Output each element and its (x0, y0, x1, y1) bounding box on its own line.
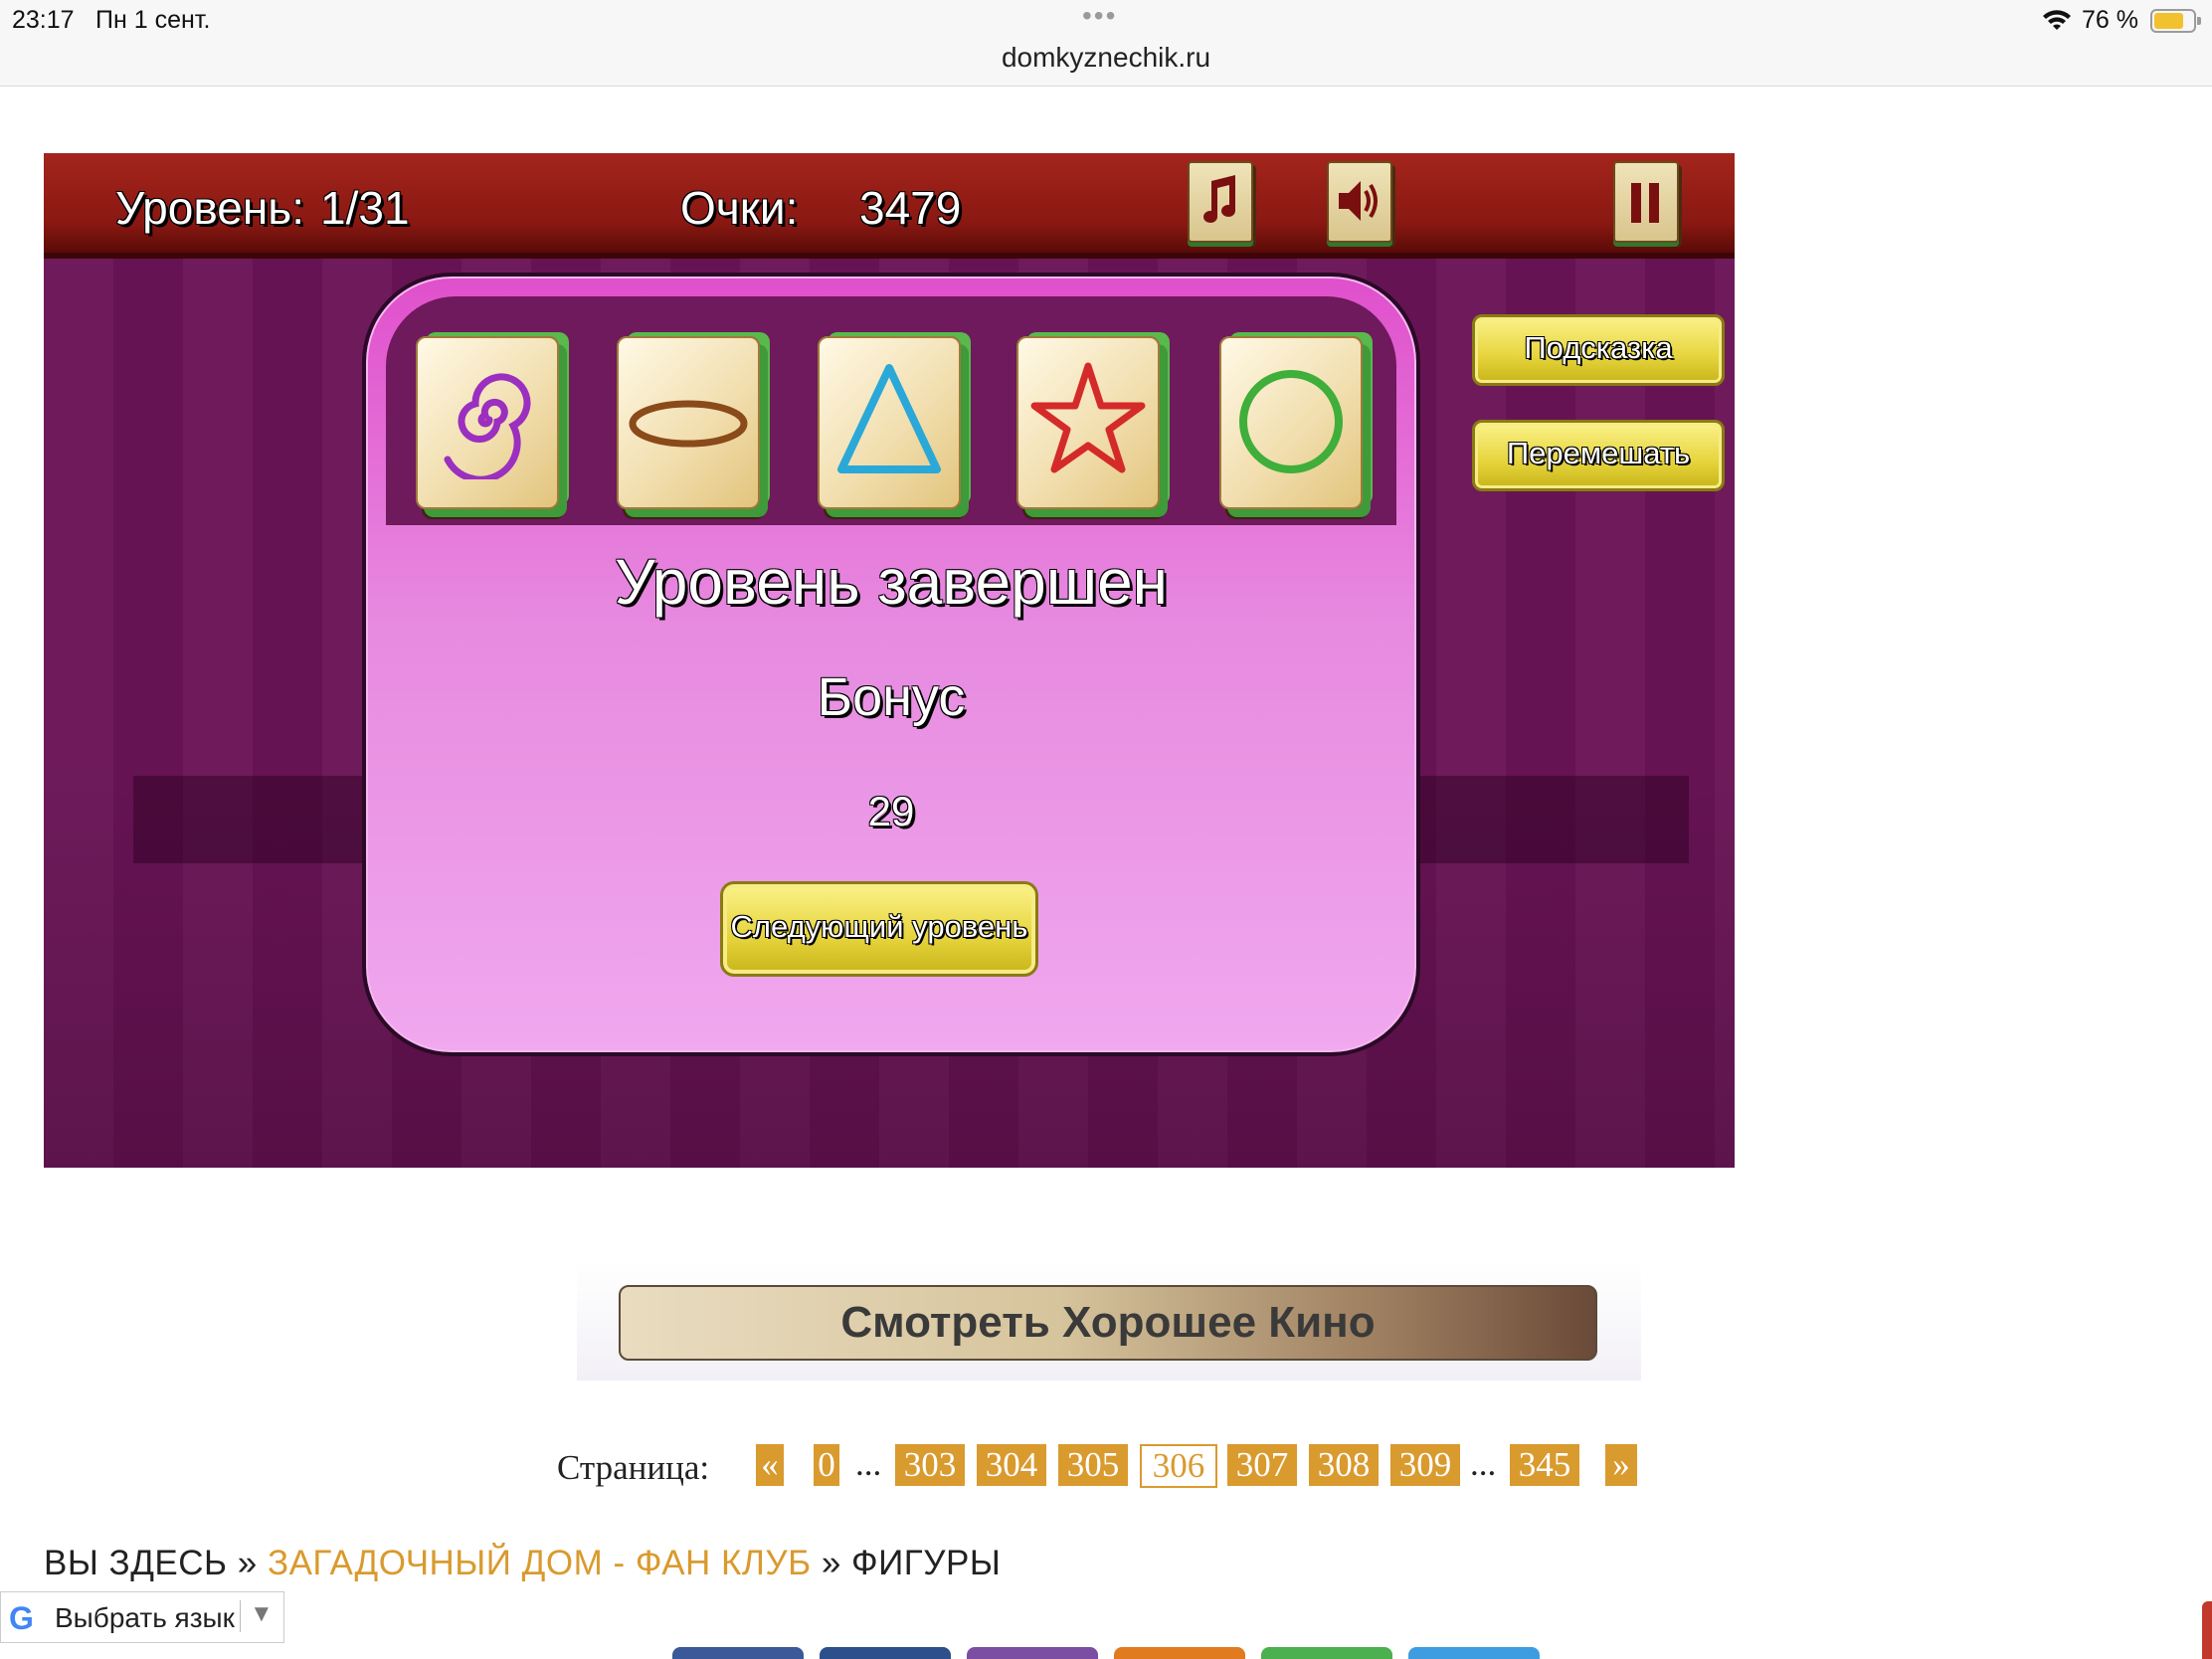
speaker-icon (1339, 181, 1378, 221)
battery-percent: 76 % (2082, 6, 2138, 34)
clock: 23:17 (12, 6, 75, 34)
bonus-label: Бонус (817, 667, 966, 727)
dropdown-arrow-icon: ▼ (250, 1600, 274, 1627)
page-link[interactable]: 0 (814, 1444, 839, 1486)
banner-label: Смотреть Хорошее Кино (840, 1298, 1376, 1347)
language-select-label: Выбрать язык (55, 1602, 235, 1633)
breadcrumb-parent-link[interactable]: ЗАГАДОЧНЫЙ ДОМ - ФАН КЛУБ (268, 1544, 812, 1582)
circle-icon (1239, 370, 1343, 473)
tile-tray (386, 296, 1396, 525)
bonus-value: 29 (867, 788, 915, 834)
tile (1016, 336, 1160, 509)
current-page: 306 (1140, 1444, 1217, 1488)
hint-button[interactable]: Подсказка (1472, 314, 1725, 386)
level-value: 1/31 (320, 182, 410, 234)
breadcrumb-you-are-here: ВЫ ЗДЕСЬ (44, 1544, 228, 1582)
more-dots-icon[interactable]: ••• (1082, 0, 1117, 32)
date: Пн 1 сент. (95, 6, 211, 34)
pagination-ellipsis: ... (855, 1444, 882, 1483)
sound-button[interactable] (1327, 161, 1392, 243)
pagination-label: Страница: (557, 1448, 710, 1487)
google-logo-icon: G (9, 1600, 34, 1636)
game-hud: Уровень: 1/31 Очки: 3479 (44, 153, 1735, 259)
share-button[interactable] (1408, 1647, 1540, 1659)
oval-icon (629, 400, 748, 448)
game-frame[interactable]: Уровень: 1/31 Очки: 3479 Подсказка Перем… (44, 153, 1735, 1168)
share-button[interactable] (1114, 1647, 1245, 1659)
level-complete-dialog: Уровень завершен Бонус 29 Следующий уров… (362, 273, 1420, 1056)
watch-movies-banner[interactable]: Смотреть Хорошее Кино (619, 1285, 1597, 1361)
dialog-title: Уровень завершен (615, 546, 1168, 618)
language-select[interactable]: G Выбрать язык ▼ (0, 1591, 284, 1643)
share-button[interactable] (820, 1647, 951, 1659)
score-label: Очки: (680, 182, 799, 234)
tile (818, 336, 961, 509)
breadcrumb: ВЫ ЗДЕСЬ » ЗАГАДОЧНЫЙ ДОМ - ФАН КЛУБ » Ф… (44, 1544, 1001, 1583)
pagination-ellipsis: ... (1470, 1444, 1497, 1483)
music-button[interactable] (1188, 161, 1253, 243)
tile (617, 336, 760, 509)
hint-label: Подсказка (1524, 330, 1673, 365)
battery-icon (2150, 9, 2201, 33)
next-page-link[interactable]: » (1605, 1444, 1637, 1486)
page-link[interactable]: 309 (1390, 1444, 1460, 1486)
background-band (1406, 776, 1689, 863)
browser-status-bar: 23:17 Пн 1 сент. ••• domkyznechik.ru 76 … (0, 0, 2212, 87)
spiral-icon (444, 373, 531, 479)
breadcrumb-current: ФИГУРЫ (851, 1544, 1002, 1582)
address-bar[interactable]: domkyznechik.ru (0, 42, 2212, 74)
next-level-label: Следующий уровень (730, 909, 1028, 944)
breadcrumb-separator: » (821, 1544, 841, 1582)
shuffle-label: Перемешать (1506, 436, 1691, 470)
page-link[interactable]: 307 (1227, 1444, 1297, 1486)
breadcrumb-separator: » (237, 1544, 258, 1582)
page-link[interactable]: 305 (1058, 1444, 1128, 1486)
wifi-icon (2043, 10, 2071, 30)
triangle-icon (837, 364, 941, 473)
level-label: Уровень: (115, 182, 304, 234)
next-level-button[interactable]: Следующий уровень (720, 881, 1038, 977)
tile (416, 336, 559, 509)
share-button[interactable] (672, 1647, 804, 1659)
share-button[interactable] (1261, 1647, 1392, 1659)
pause-button[interactable] (1613, 161, 1679, 243)
prev-page-link[interactable]: « (756, 1444, 784, 1486)
page-link[interactable]: 308 (1309, 1444, 1379, 1486)
battery-level (2154, 13, 2183, 29)
star-icon (1030, 362, 1146, 473)
tile (1219, 336, 1363, 509)
score-value: 3479 (859, 182, 962, 234)
music-icon (1203, 175, 1235, 223)
page-link[interactable]: 345 (1510, 1444, 1579, 1486)
share-button[interactable] (967, 1647, 1098, 1659)
page-link[interactable]: 303 (895, 1444, 965, 1486)
side-tab[interactable] (2202, 1601, 2212, 1659)
shuffle-button[interactable]: Перемешать (1472, 420, 1725, 491)
page-link[interactable]: 304 (977, 1444, 1046, 1486)
pause-icon (1631, 183, 1659, 223)
